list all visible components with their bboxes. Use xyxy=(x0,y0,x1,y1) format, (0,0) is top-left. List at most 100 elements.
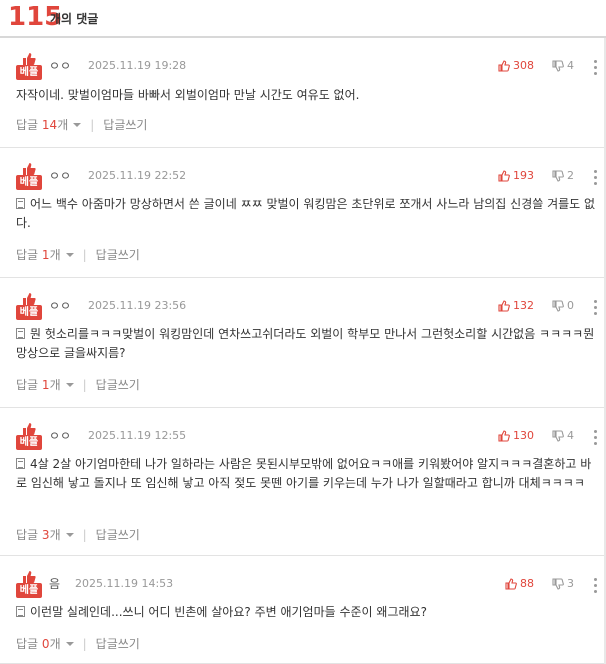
chevron-down-icon xyxy=(65,383,74,387)
reply-toggle[interactable]: 답글 0개 xyxy=(16,637,74,651)
comment-date: 2025.11.19 23:56 xyxy=(88,299,187,312)
best-label: 베플 xyxy=(16,435,42,450)
write-reply-button[interactable]: 답글쓰기 xyxy=(96,637,140,651)
more-options-icon[interactable] xyxy=(594,299,602,315)
more-options-icon[interactable] xyxy=(594,169,602,185)
more-options-icon[interactable] xyxy=(594,577,602,593)
reply-toggle[interactable]: 답글 1개 xyxy=(16,378,74,392)
best-label: 베플 xyxy=(16,175,42,190)
reply-label: 답글 xyxy=(16,528,39,542)
like-count: 132 xyxy=(513,299,534,312)
comment-footer: 답글 14개 | 답글쓰기 xyxy=(16,117,147,133)
comment-body: 4살 2살 아기엄마한테 나가 일하라는 사람은 못된시부모밖에 없어요ㅋㅋ애를… xyxy=(16,457,592,490)
thumb-up-icon xyxy=(498,430,510,442)
divider: | xyxy=(82,637,87,651)
comment-body: 자작이네. 맞벌이엄마들 바빠서 외벌이엄마 만날 시간도 여유도 없어. xyxy=(16,88,360,102)
like-count: 130 xyxy=(513,429,534,442)
divider: | xyxy=(82,528,87,542)
document-icon xyxy=(16,198,25,209)
comment-count-label: 개의 댓글 xyxy=(50,12,99,26)
comment-date: 2025.11.19 19:28 xyxy=(88,59,187,72)
reply-toggle[interactable]: 답글 14개 xyxy=(16,118,82,132)
divider: | xyxy=(82,378,87,392)
reply-label: 답글 xyxy=(16,248,39,262)
thumb-up-icon xyxy=(498,170,510,182)
comment-nickname[interactable]: ㅇㅇ xyxy=(49,59,71,73)
dislike-count: 4 xyxy=(567,429,574,442)
comment-nickname[interactable]: ㅇㅇ xyxy=(49,429,71,443)
best-thumb-icon xyxy=(23,163,36,175)
like-count: 88 xyxy=(520,577,534,590)
reply-label: 답글 xyxy=(16,118,39,132)
reply-toggle[interactable]: 답글 3개 xyxy=(16,528,74,542)
thumb-up-icon xyxy=(498,300,510,312)
best-badge: 베플 xyxy=(16,570,42,598)
write-reply-button[interactable]: 답글쓰기 xyxy=(96,528,140,542)
write-reply-button[interactable]: 답글쓰기 xyxy=(96,248,140,262)
best-thumb-icon xyxy=(23,293,36,305)
reply-count: 3 xyxy=(41,528,50,542)
best-thumb-icon xyxy=(23,423,36,435)
reply-count: 1 xyxy=(41,248,50,262)
comment-body: 뭔 헛소리를ㅋㅋㅋ맞벌이 워킹맘인데 연차쓰고쉬더라도 외벌이 학부모 만나서 … xyxy=(16,327,595,360)
reply-suffix: 개 xyxy=(57,118,69,132)
document-icon xyxy=(16,606,25,617)
more-options-icon[interactable] xyxy=(594,59,602,75)
like-count: 308 xyxy=(513,59,534,72)
comment-text: 뭔 헛소리를ㅋㅋㅋ맞벌이 워킹맘인데 연차쓰고쉬더라도 외벌이 학부모 만나서 … xyxy=(16,325,596,363)
dislike-count: 0 xyxy=(567,299,574,312)
write-reply-button[interactable]: 답글쓰기 xyxy=(103,118,147,132)
comment-body: 이런말 실례인데...쓰니 어디 빈촌에 살아요? 주변 애기엄마들 수준이 왜… xyxy=(30,605,427,619)
best-label: 베플 xyxy=(16,65,42,80)
reply-count: 0 xyxy=(41,637,50,651)
thumb-down-icon xyxy=(552,300,564,312)
reply-label: 답글 xyxy=(16,378,39,392)
comment-footer: 답글 3개 | 답글쓰기 xyxy=(16,527,140,543)
thumb-down-icon xyxy=(552,578,564,590)
reply-toggle[interactable]: 답글 1개 xyxy=(16,248,74,262)
thumb-down-icon xyxy=(552,60,564,72)
thumb-up-icon xyxy=(505,578,517,590)
comment-text: 4살 2살 아기엄마한테 나가 일하라는 사람은 못된시부모밖에 없어요ㅋㅋ애를… xyxy=(16,455,596,493)
reply-suffix: 개 xyxy=(49,378,61,392)
thumb-up-icon xyxy=(498,60,510,72)
best-thumb-icon xyxy=(23,53,36,65)
divider: | xyxy=(82,248,87,262)
reply-suffix: 개 xyxy=(49,528,61,542)
comment-date: 2025.11.19 22:52 xyxy=(88,169,187,182)
comment-date: 2025.11.19 12:55 xyxy=(88,429,187,442)
dislike-count: 3 xyxy=(567,577,574,590)
reply-suffix: 개 xyxy=(49,248,61,262)
comment-text: 이런말 실례인데...쓰니 어디 빈촌에 살아요? 주변 애기엄마들 수준이 왜… xyxy=(16,603,596,622)
document-icon xyxy=(16,328,25,339)
reply-label: 답글 xyxy=(16,637,39,651)
comment-date: 2025.11.19 14:53 xyxy=(75,577,174,590)
document-icon xyxy=(16,458,25,469)
reply-suffix: 개 xyxy=(49,637,61,651)
comment-item: 베플 ㅇㅇ 2025.11.19 23:56 132 0 뭔 헛소리를ㅋㅋㅋ맞벌… xyxy=(0,279,606,408)
comment-item: 베플 ㅇㅇ 2025.11.19 22:52 193 2 어느 백수 아줌마가 … xyxy=(0,149,606,278)
dislike-count: 4 xyxy=(567,59,574,72)
chevron-down-icon xyxy=(73,123,82,127)
chevron-down-icon xyxy=(65,642,74,646)
comment-nickname[interactable]: 음 xyxy=(49,577,60,591)
comment-item: 베플 ㅇㅇ 2025.11.19 12:55 130 4 4살 2살 아기엄마한… xyxy=(0,409,606,556)
more-options-icon[interactable] xyxy=(594,429,602,445)
comment-nickname[interactable]: ㅇㅇ xyxy=(49,169,71,183)
thumb-down-icon xyxy=(552,170,564,182)
best-badge: 베플 xyxy=(16,292,42,320)
best-badge: 베플 xyxy=(16,422,42,450)
reply-count: 1 xyxy=(41,378,50,392)
thumb-down-icon xyxy=(552,430,564,442)
best-thumb-icon xyxy=(23,571,36,583)
comments-header: 115 개의 댓글 xyxy=(0,0,606,38)
best-badge: 베플 xyxy=(16,162,42,190)
chevron-down-icon xyxy=(65,253,74,257)
comment-text: 어느 백수 아줌마가 망상하면서 쓴 글이네 ㅉㅉ 맞벌이 워킹맘은 초단위로 … xyxy=(16,195,596,233)
reply-count: 14 xyxy=(41,118,58,132)
comment-item: 베플 ㅇㅇ 2025.11.19 19:28 308 4 자작이네. 맞벌이엄마… xyxy=(0,39,606,148)
comment-footer: 답글 0개 | 답글쓰기 xyxy=(16,636,140,652)
best-label: 베플 xyxy=(16,583,42,598)
comment-nickname[interactable]: ㅇㅇ xyxy=(49,299,71,313)
write-reply-button[interactable]: 답글쓰기 xyxy=(96,378,140,392)
